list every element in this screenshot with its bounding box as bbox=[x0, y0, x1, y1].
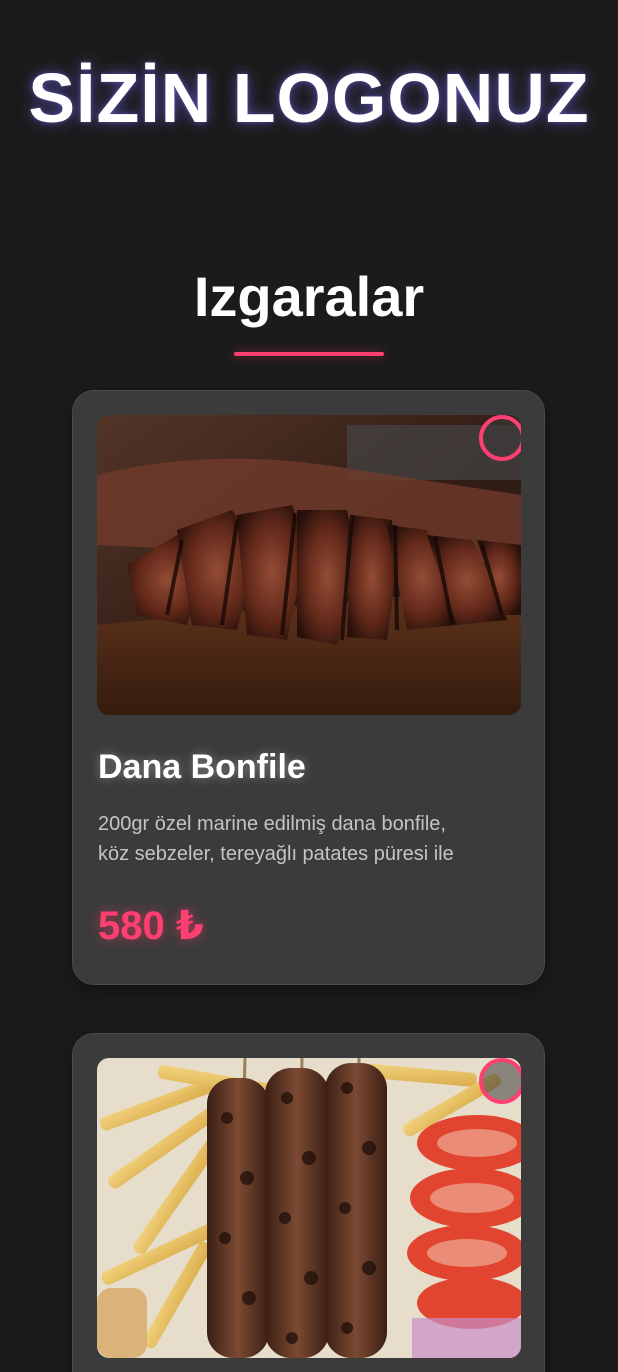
heart-outline-icon[interactable] bbox=[479, 1058, 521, 1104]
heart-outline-icon[interactable] bbox=[479, 415, 521, 461]
dish-name: Dana Bonfile bbox=[98, 748, 306, 786]
dish-description: 200gr özel marine edilmiş dana bonfile, … bbox=[98, 809, 518, 869]
sliced-steak-photo bbox=[97, 415, 521, 715]
section-underline bbox=[234, 352, 384, 356]
section-title: Izgaralar bbox=[193, 265, 425, 328]
menu-page: SİZİN LOGONUZ Izgaralar Dana Bonfile 200… bbox=[0, 0, 618, 1372]
dish-description-line: 200gr özel marine edilmiş dana bonfile, bbox=[98, 813, 446, 835]
dish-image-skewers bbox=[97, 1058, 521, 1358]
brand-logo: SİZİN LOGONUZ bbox=[28, 59, 590, 137]
dish-description-line: köz sebzeler, tereyağlı patates püresi i… bbox=[98, 843, 454, 865]
dish-image-steak bbox=[97, 415, 521, 715]
menu-item-card[interactable] bbox=[72, 1033, 545, 1372]
menu-item-card[interactable]: Dana Bonfile 200gr özel marine edilmiş d… bbox=[72, 390, 545, 985]
dish-price: 580 ₺ bbox=[98, 904, 204, 948]
skewers-fries-tomato-photo bbox=[97, 1058, 521, 1358]
